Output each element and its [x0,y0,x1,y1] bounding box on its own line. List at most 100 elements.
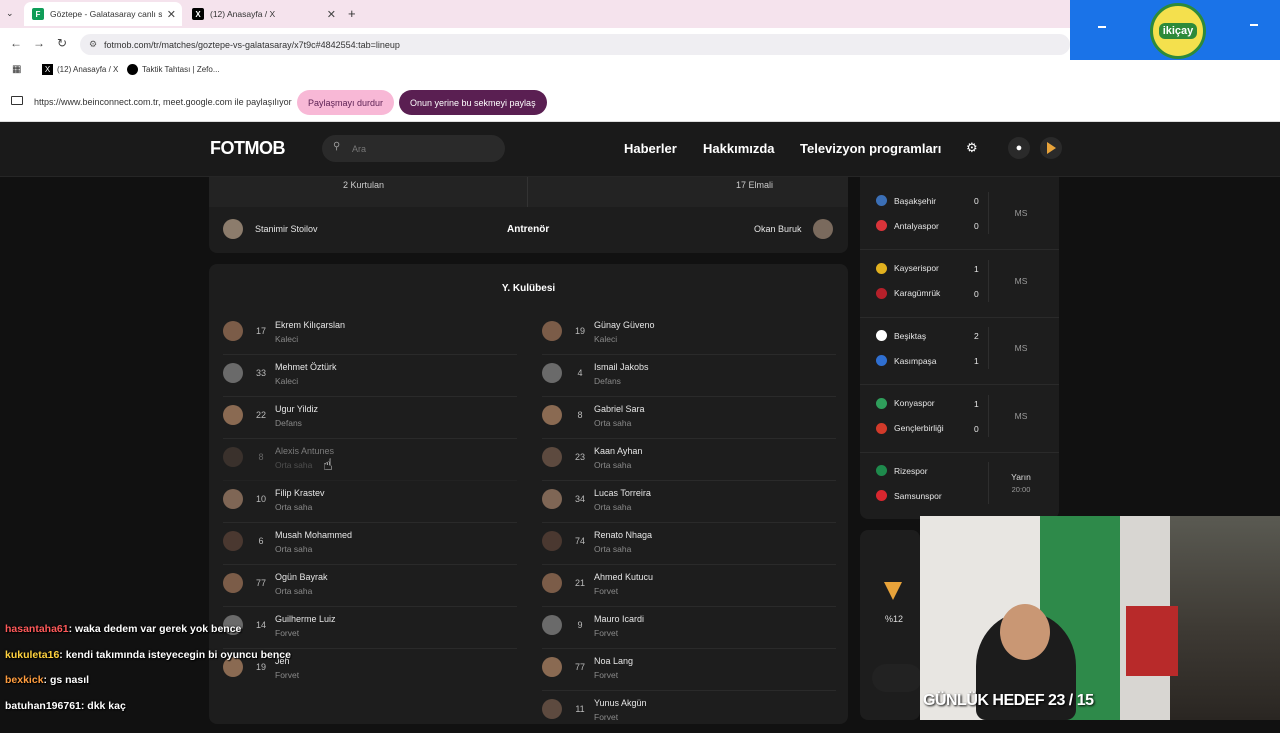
apps-icon[interactable]: ▦ [12,64,21,75]
close-icon[interactable]: ✕ [327,8,336,21]
google-play-icon[interactable] [1040,137,1062,159]
fixture-row[interactable]: Başakşehir 0 Antalyaspor 0 MS [860,192,1059,252]
player-position: Orta saha [275,544,313,554]
bookmark-label: Taktik Tahtası | Zefo... [142,65,220,74]
match-status: MS [1000,411,1042,421]
player-row[interactable]: 10 Filip Krastev Orta saha [223,483,517,523]
team-score: 0 [974,288,979,299]
fotmob-logo[interactable]: FOTMOB [210,138,286,159]
stop-sharing-button[interactable]: Paylaşmayı durdur [297,90,395,115]
tab-search-icon[interactable]: ⌄ [6,8,14,19]
player-row[interactable]: 6 Musah Mohammed Orta saha [223,525,517,565]
row-divider [223,438,517,439]
player-name: Renato Nhaga [594,530,653,540]
chat-text: : gs nasıl [43,674,90,686]
apple-icon[interactable]: ● [1008,137,1030,159]
coach-card: 2 Kurtulan 17 Elmali Stanimir Stoilov An… [209,177,848,253]
player-name: Gabriel Sara [594,404,645,414]
player-info: Mehmet Öztürk Kaleci [275,362,337,386]
team-name: Beşiktaş [894,330,927,341]
bench-title: Y. Kulübesi [501,283,556,294]
player-row[interactable]: 23 Kaan Ayhan Orta saha [542,441,836,481]
player-row[interactable]: 11 Yunus Akgün Forvet [542,693,836,733]
floating-button[interactable] [872,664,922,692]
chat-username: batuhan196761 [5,699,81,712]
fixture-row[interactable]: Rizespor Samsunspor Yarın 20:00 [860,462,1059,522]
player-row[interactable]: 77 Noa Lang Forvet [542,651,836,691]
nav-about[interactable]: Hakkımızda [703,141,775,156]
player-name: Lucas Torreira [594,488,651,498]
team-crest-icon [876,195,887,206]
close-icon[interactable]: ✕ [167,8,176,21]
player-row[interactable]: 34 Lucas Torreira Orta saha [542,483,836,523]
player-row[interactable]: 4 Ismail Jakobs Defans [542,357,836,397]
bookmark-x[interactable]: X (12) Anasayfa / X [42,64,118,75]
avatar [223,219,243,239]
player-row[interactable]: 17 Ekrem Kilıçarslan Kaleci [223,315,517,355]
tab-goztepe[interactable]: F Göztepe - Galatasaray canlı skor ✕ [24,2,182,26]
player-row[interactable]: 74 Renato Nhaga Orta saha [542,525,836,565]
fixture-row[interactable]: Konyaspor 1 Gençlerbirliği 0 MS [860,394,1059,455]
player-number: 19 [255,662,266,672]
avatar [542,699,562,719]
row-divider [223,354,517,355]
new-tab-button[interactable]: + [348,6,356,21]
fixture-team-away: Kasımpaşa [876,355,937,366]
fixture-team-away: Gençlerbirliği [876,422,944,434]
tab-x[interactable]: X (12) Anasayfa / X ✕ [184,2,342,26]
player-row[interactable]: 22 Ugur Yildiz Defans [223,399,517,439]
fixture-row[interactable]: Kayserispor 1 Karagümrük 0 MS [860,259,1059,320]
chat-message: batuhan196761: dkk kaç [5,700,126,712]
match-status: MS [1000,276,1042,286]
player-row[interactable]: 14 Guilherme Luiz Forvet [223,609,517,649]
player-number: 77 [255,578,266,588]
bookmark-taktik[interactable]: Taktik Tahtası | Zefo... [127,64,220,75]
team-crest-icon [876,465,887,476]
player-position: Forvet [275,670,300,680]
player-row[interactable]: 21 Ahmed Kutucu Forvet [542,567,836,607]
share-this-tab-button[interactable]: Onun yerine bu sekmeyi paylaş [399,90,547,115]
nav-news[interactable]: Haberler [624,141,677,156]
nav-tv[interactable]: Televizyon programları [800,141,941,156]
player-position: Orta saha [594,418,632,428]
player-number: 77 [574,662,585,672]
search-input[interactable]: ⚲ Ara [322,135,505,162]
player-row[interactable]: 8 Gabriel Sara Orta saha [542,399,836,439]
fixture-team-home: Başakşehir [876,195,936,206]
divider [527,177,528,207]
team-name: Karagümrük [894,288,941,298]
player-position: Orta saha [275,586,313,596]
player-number: 4 [577,368,583,378]
fixture-team-home: Kayserispor [876,262,939,274]
site-info-icon[interactable]: ⚙ [89,39,97,50]
logo-text: ikiçay [1158,23,1198,39]
player-number: 19 [574,326,585,336]
player-number: 21 [574,578,585,588]
player-number: 14 [255,620,266,630]
coach-away-name[interactable]: Okan Buruk [754,224,802,234]
row-divider [542,648,836,649]
forward-icon[interactable]: → [33,36,45,50]
chat-username: hasantaha61 [5,623,69,635]
player-info: Mauro Icardi Forvet [594,614,644,638]
reload-icon[interactable]: ↻ [57,36,67,50]
match-status: MS [1000,343,1042,353]
fixture-team-away: Samsunspor [876,490,942,501]
player-position: Kaleci [594,334,618,344]
player-row[interactable]: 8 Alexis Antunes Orta saha [223,441,517,481]
url-input[interactable]: fotmob.com/tr/matches/goztepe-vs-galatas… [80,34,1070,55]
settings-gear-icon[interactable]: ⚙ [966,140,978,156]
coach-home-name[interactable]: Stanimir Stoilov [255,224,318,234]
player-row[interactable]: 33 Mehmet Öztürk Kaleci [223,357,517,397]
player-row[interactable]: 77 Ogün Bayrak Orta saha [223,567,517,607]
team-crest-icon [876,422,887,434]
play-triangle [1046,142,1056,154]
chat-text: : waka dedem var gerek yok bence [68,623,242,635]
back-icon[interactable]: ← [10,36,22,50]
avatar [542,615,562,635]
url-text: fotmob.com/tr/matches/goztepe-vs-galatas… [104,39,400,50]
fixture-row[interactable]: Beşiktaş 2 Kasımpaşa 1 MS [860,327,1059,387]
kickoff-time: 20:00 [1011,485,1031,494]
player-row[interactable]: 19 Günay Güveno Kaleci [542,315,836,355]
player-row[interactable]: 9 Mauro Icardi Forvet [542,609,836,649]
